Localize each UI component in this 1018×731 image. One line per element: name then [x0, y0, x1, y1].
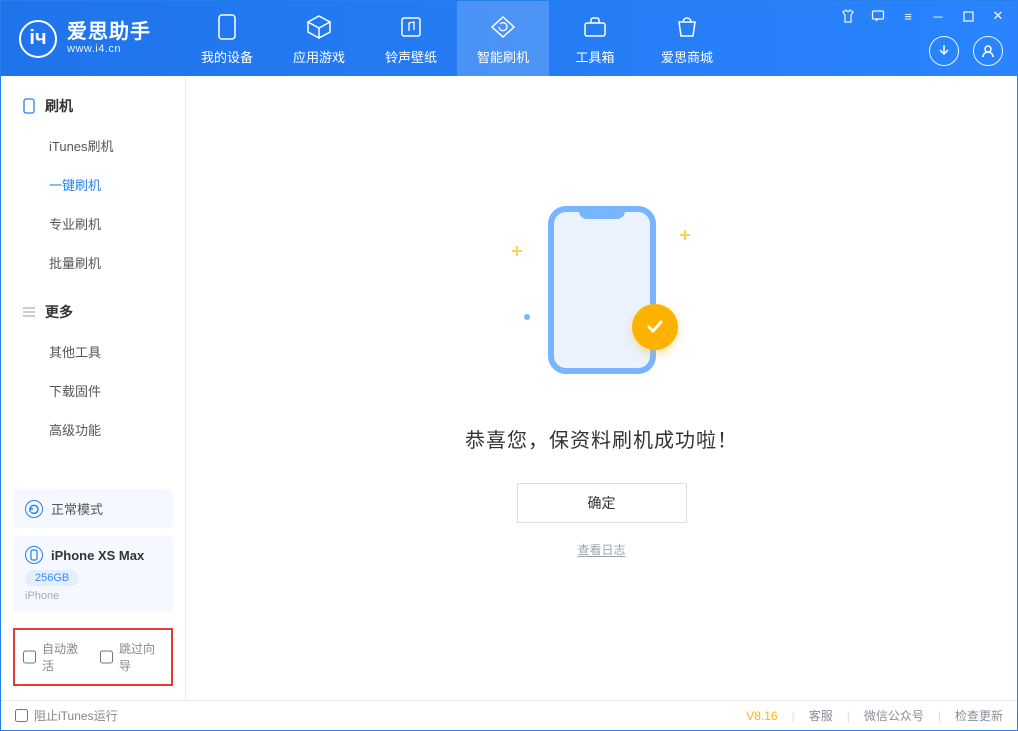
device-capacity: 256GB	[25, 570, 79, 586]
section-header-more: 更多	[1, 298, 185, 332]
maximize-button[interactable]	[957, 5, 979, 27]
nav-tab-device[interactable]: 我的设备	[181, 1, 273, 76]
account-button[interactable]	[973, 36, 1003, 66]
checkbox-block-itunes[interactable]: 阻止iTunes运行	[15, 707, 118, 724]
footer-link-support[interactable]: 客服	[809, 707, 833, 724]
section-title: 刷机	[45, 96, 73, 116]
cube-icon	[305, 13, 333, 41]
store-icon	[673, 13, 701, 41]
nav-label: 爱思商城	[661, 47, 713, 66]
auto-activate-check[interactable]	[23, 650, 36, 664]
toolbox-icon	[581, 13, 609, 41]
sidebar-item-advanced[interactable]: 高级功能	[1, 410, 185, 449]
checkbox-auto-activate[interactable]: 自动激活	[23, 640, 86, 674]
main-content: 恭喜您，保资料刷机成功啦！ 确定 查看日志	[186, 76, 1017, 700]
nav-tab-flash[interactable]: 智能刷机	[457, 1, 549, 76]
app-logo: iч 爱思助手 www.i4.cn	[1, 1, 181, 76]
nav-label: 智能刷机	[477, 47, 529, 66]
sidebar-item-itunes-flash[interactable]: iTunes刷机	[1, 126, 185, 165]
app-name: 爱思助手	[67, 21, 151, 43]
section-header-flash: 刷机	[1, 92, 185, 126]
success-message: 恭喜您，保资料刷机成功啦！	[465, 424, 738, 453]
sidebar: 刷机 iTunes刷机 一键刷机 专业刷机 批量刷机 更多 其他工具 下载固件 …	[1, 76, 186, 700]
auto-activate-label: 自动激活	[42, 640, 86, 674]
minimize-button[interactable]: ─	[927, 5, 949, 27]
window-controls: ≡ ─ ✕	[837, 5, 1009, 27]
nav-tab-ringtone[interactable]: 铃声壁纸	[365, 1, 457, 76]
download-button[interactable]	[929, 36, 959, 66]
skip-guide-label: 跳过向导	[119, 640, 163, 674]
device-type: iPhone	[25, 590, 161, 602]
sidebar-item-pro-flash[interactable]: 专业刷机	[1, 204, 185, 243]
sidebar-item-other-tools[interactable]: 其他工具	[1, 332, 185, 371]
nav-label: 应用游戏	[293, 47, 345, 66]
nav-label: 我的设备	[201, 47, 253, 66]
device-name: iPhone XS Max	[51, 548, 144, 563]
feedback-icon[interactable]	[867, 5, 889, 27]
close-button[interactable]: ✕	[987, 5, 1009, 27]
device-icon	[213, 13, 241, 41]
nav-tab-apps[interactable]: 应用游戏	[273, 1, 365, 76]
footer-link-update[interactable]: 检查更新	[955, 707, 1003, 724]
status-bar: 阻止iTunes运行 V8.16 | 客服 | 微信公众号 | 检查更新	[1, 700, 1017, 730]
block-itunes-check[interactable]	[15, 709, 28, 722]
device-panel[interactable]: iPhone XS Max 256GB iPhone	[13, 536, 173, 612]
mode-icon	[25, 500, 43, 518]
view-log-link[interactable]: 查看日志	[577, 541, 625, 558]
refresh-icon	[489, 13, 517, 41]
sidebar-item-batch-flash[interactable]: 批量刷机	[1, 243, 185, 282]
nav-label: 铃声壁纸	[385, 47, 437, 66]
check-badge-icon	[632, 304, 678, 350]
app-sub: www.i4.cn	[67, 43, 151, 55]
nav-tab-store[interactable]: 爱思商城	[641, 1, 733, 76]
ok-button[interactable]: 确定	[517, 483, 687, 523]
flash-options-row: 自动激活 跳过向导	[13, 628, 173, 686]
device-mode-card[interactable]: 正常模式	[13, 489, 173, 528]
skin-icon[interactable]	[837, 5, 859, 27]
nav-label: 工具箱	[575, 47, 614, 66]
sidebar-item-download-firmware[interactable]: 下载固件	[1, 371, 185, 410]
block-itunes-label: 阻止iTunes运行	[34, 707, 118, 724]
section-title: 更多	[45, 302, 73, 322]
version-label[interactable]: V8.16	[746, 709, 777, 723]
menu-lines-icon	[21, 304, 37, 320]
phone-icon	[21, 98, 37, 114]
sparkle-icon	[680, 230, 690, 240]
checkbox-skip-guide[interactable]: 跳过向导	[100, 640, 163, 674]
sidebar-item-oneclick-flash[interactable]: 一键刷机	[1, 165, 185, 204]
phone-graphic	[548, 206, 656, 374]
device-mode-label: 正常模式	[51, 499, 103, 518]
logo-icon: iч	[19, 20, 57, 58]
sparkle-icon	[512, 246, 522, 256]
skip-guide-check[interactable]	[100, 650, 113, 664]
success-illustration	[502, 206, 702, 376]
dot-icon	[524, 314, 530, 320]
music-icon	[397, 13, 425, 41]
header-actions	[929, 36, 1003, 66]
device-icon	[25, 546, 43, 564]
nav-tab-tools[interactable]: 工具箱	[549, 1, 641, 76]
title-bar: iч 爱思助手 www.i4.cn 我的设备 应用游戏 铃声壁纸 智能刷机 工具…	[1, 1, 1017, 76]
footer-link-wechat[interactable]: 微信公众号	[864, 707, 924, 724]
menu-icon[interactable]: ≡	[897, 5, 919, 27]
main-nav: 我的设备 应用游戏 铃声壁纸 智能刷机 工具箱 爱思商城	[181, 1, 733, 76]
